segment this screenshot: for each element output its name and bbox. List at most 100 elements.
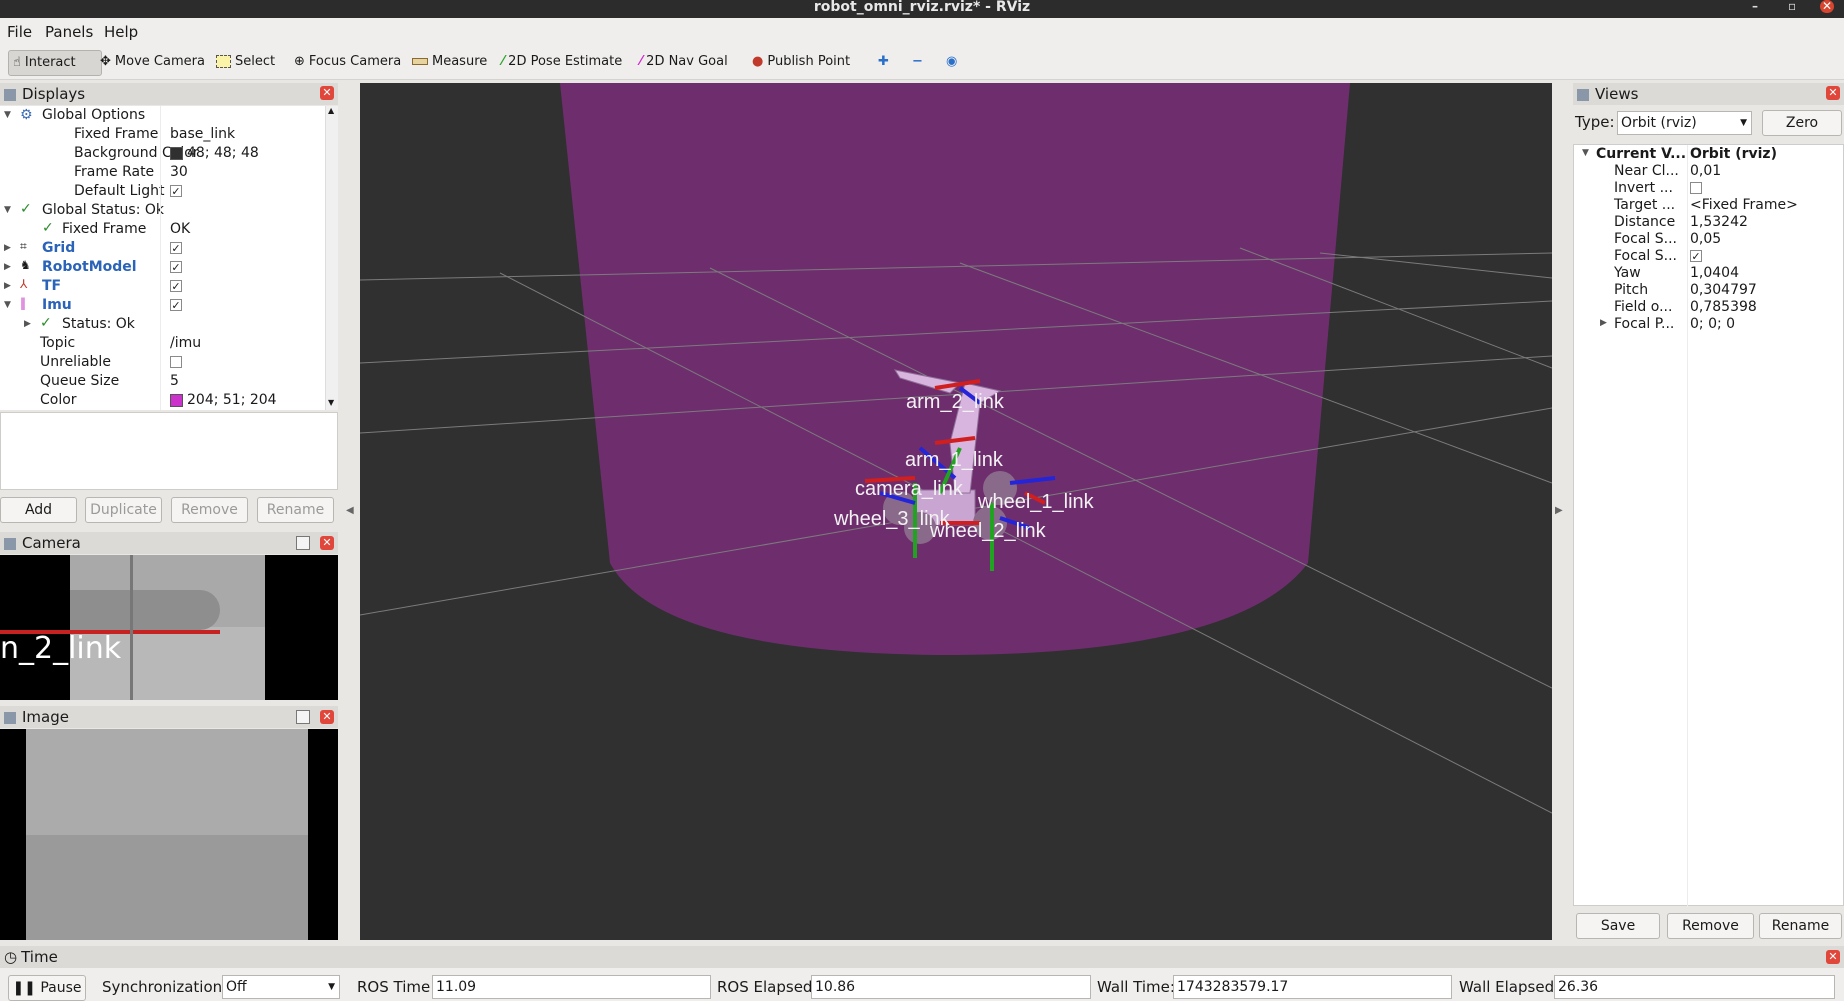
save-view-button[interactable]: Save xyxy=(1576,913,1660,939)
imu-checkbox[interactable]: ✓ xyxy=(170,296,182,315)
unreliable-label: Unreliable xyxy=(40,354,111,370)
views-type-select[interactable]: Orbit (rviz) ▼ xyxy=(1617,111,1752,135)
sync-select[interactable]: Off ▼ xyxy=(222,975,340,999)
expand-grid-icon[interactable]: ▶ xyxy=(4,243,11,253)
yaw-value[interactable]: 1,0404 xyxy=(1690,265,1739,282)
pose-estimate-tool[interactable]: ⁄ 2D Pose Estimate xyxy=(498,50,626,74)
ros-elapsed-field[interactable]: 10.86 xyxy=(811,975,1091,999)
global-status-item[interactable]: Global Status: Ok xyxy=(42,201,164,220)
wall-elapsed-field[interactable]: 26.36 xyxy=(1554,975,1835,999)
grid-checkbox[interactable]: ✓ xyxy=(170,239,182,258)
color-text: 204; 51; 204 xyxy=(187,392,277,408)
default-light-checkbox[interactable]: ✓ xyxy=(170,182,182,201)
fov-value[interactable]: 0,785398 xyxy=(1690,299,1757,316)
time-title: Time xyxy=(21,948,58,966)
fixed-frame-value[interactable]: base_link xyxy=(170,125,235,144)
expand-imu-status-icon[interactable]: ▶ xyxy=(24,319,31,329)
expand-robotmodel-icon[interactable]: ▶ xyxy=(4,262,11,272)
invert-checkbox[interactable] xyxy=(1690,180,1702,197)
collapse-imu-icon[interactable]: ▼ xyxy=(4,300,11,310)
unreliable-checkbox[interactable] xyxy=(170,353,182,372)
image-view xyxy=(0,729,338,940)
nav-goal-tool[interactable]: ⁄ 2D Nav Goal xyxy=(636,50,732,74)
select-tool[interactable]: Select xyxy=(212,50,279,74)
global-options-item[interactable]: Global Options xyxy=(42,106,145,125)
camera-pole xyxy=(130,555,133,700)
tf-item[interactable]: TF xyxy=(42,277,61,296)
wall-time-field[interactable]: 1743283579.17 xyxy=(1173,975,1452,999)
collapse-right-dock-icon[interactable]: ▶ xyxy=(1555,505,1563,516)
add-display-button[interactable]: Add xyxy=(0,497,77,523)
expand-tf-icon[interactable]: ▶ xyxy=(4,281,11,291)
add-tool-icon[interactable]: ✚ xyxy=(874,50,893,74)
close-camera-icon[interactable]: ✕ xyxy=(320,536,334,550)
robotmodel-checkbox[interactable]: ✓ xyxy=(170,258,182,277)
pause-button[interactable]: ❚❚ Pause xyxy=(8,975,86,1001)
background-color-swatch xyxy=(170,146,183,160)
close-window-icon[interactable]: ✕ xyxy=(1820,0,1834,13)
imu-item[interactable]: Imu xyxy=(42,296,72,315)
menu-panels[interactable]: Panels xyxy=(45,23,93,41)
frame-rate-value[interactable]: 30 xyxy=(170,163,188,182)
target-value[interactable]: <Fixed Frame> xyxy=(1690,197,1798,214)
collapse-left-dock-icon[interactable]: ◀ xyxy=(346,505,354,516)
3d-viewport[interactable]: arm_2_link arm_1_link camera_link wheel_… xyxy=(360,83,1552,940)
status-fixed-frame-value: OK xyxy=(170,221,191,237)
pitch-value[interactable]: 0,304797 xyxy=(1690,282,1757,299)
imu-icon: ‖ xyxy=(20,296,26,310)
focal-shape-checkbox[interactable]: ✓ xyxy=(1690,248,1702,265)
eye-tool-icon[interactable]: ◉ xyxy=(942,50,961,74)
current-view-label[interactable]: Current V... xyxy=(1596,146,1686,163)
collapse-global-options-icon[interactable]: ▼ xyxy=(4,110,11,120)
minimize-icon[interactable]: – xyxy=(1752,0,1758,12)
scroll-up-icon[interactable]: ▲ xyxy=(328,106,334,115)
close-views-icon[interactable]: ✕ xyxy=(1826,86,1840,100)
move-camera-tool[interactable]: ✥ Move Camera xyxy=(96,50,209,74)
remove-view-button[interactable]: Remove xyxy=(1667,913,1754,939)
select-label: Select xyxy=(235,54,276,69)
focus-camera-tool[interactable]: ⊕ Focus Camera xyxy=(290,50,405,74)
float-image-icon[interactable] xyxy=(296,710,310,724)
expand-focal-point-icon[interactable]: ▶ xyxy=(1600,318,1607,328)
background-color-value[interactable]: 48; 48; 48 xyxy=(170,144,259,163)
measure-tool[interactable]: Measure xyxy=(408,50,491,74)
focal-size-label: Focal S... xyxy=(1614,231,1677,247)
float-camera-icon[interactable] xyxy=(296,536,310,550)
grid-item[interactable]: Grid xyxy=(42,239,75,258)
imu-status-item[interactable]: Status: Ok xyxy=(62,315,135,334)
focal-point-value[interactable]: 0; 0; 0 xyxy=(1690,316,1735,333)
displays-panel-header: Displays xyxy=(0,83,338,105)
ros-time-field[interactable]: 11.09 xyxy=(432,975,711,999)
zero-button[interactable]: Zero xyxy=(1762,110,1842,136)
maximize-icon[interactable]: ▫ xyxy=(1788,0,1796,12)
scroll-down-icon[interactable]: ▼ xyxy=(328,398,334,407)
window-title: robot_omni_rviz.rviz* - RViz xyxy=(813,0,1031,15)
rename-display-button[interactable]: Rename xyxy=(257,497,334,523)
move-arrows-icon: ✥ xyxy=(100,54,111,69)
menu-help[interactable]: Help xyxy=(104,23,138,41)
menu-file[interactable]: File xyxy=(7,23,32,41)
displays-tree: ▼ ⚙ Global Options Fixed Frame base_link… xyxy=(0,106,338,410)
collapse-global-status-icon[interactable]: ▼ xyxy=(4,205,11,215)
focal-size-value[interactable]: 0,05 xyxy=(1690,231,1721,248)
near-clip-value[interactable]: 0,01 xyxy=(1690,163,1721,180)
remove-tool-icon[interactable]: − xyxy=(908,50,927,74)
displays-scrollbar[interactable]: ▲ ▼ xyxy=(325,106,338,410)
close-time-icon[interactable]: ✕ xyxy=(1826,950,1840,964)
close-displays-icon[interactable]: ✕ xyxy=(320,86,334,100)
label-arm-1-link: arm_1_link xyxy=(905,449,1004,471)
robotmodel-item[interactable]: RobotModel xyxy=(42,258,137,277)
color-value[interactable]: 204; 51; 204 xyxy=(170,391,277,410)
rename-view-button[interactable]: Rename xyxy=(1759,913,1842,939)
remove-display-button[interactable]: Remove xyxy=(171,497,248,523)
tf-checkbox[interactable]: ✓ xyxy=(170,277,182,296)
collapse-current-view-icon[interactable]: ▼ xyxy=(1582,148,1589,158)
close-image-icon[interactable]: ✕ xyxy=(320,710,334,724)
queue-size-value[interactable]: 5 xyxy=(170,372,179,391)
interact-tool[interactable]: ☝ Interact xyxy=(8,50,102,76)
views-title: Views xyxy=(1595,85,1639,103)
publish-point-tool[interactable]: ● Publish Point xyxy=(748,50,854,74)
distance-value[interactable]: 1,53242 xyxy=(1690,214,1748,231)
duplicate-display-button[interactable]: Duplicate xyxy=(85,497,162,523)
topic-value[interactable]: /imu xyxy=(170,334,201,353)
